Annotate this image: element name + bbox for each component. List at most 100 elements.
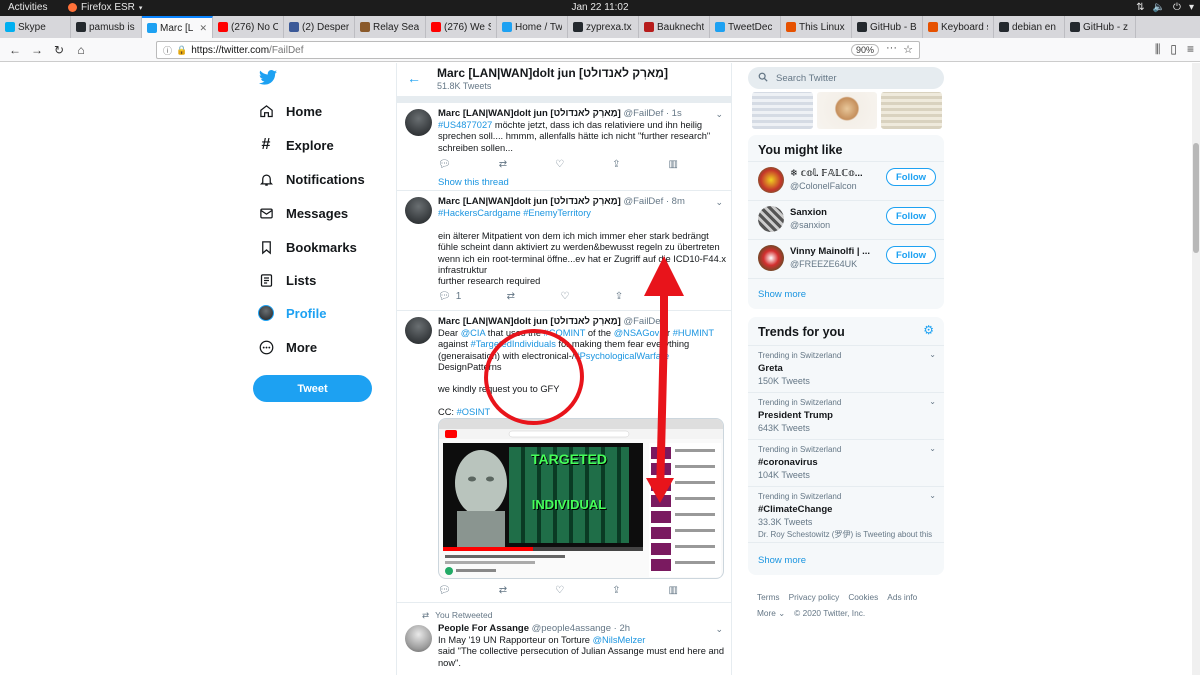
author-name[interactable]: Marc [LAN|WAN]dolt jun [מַארְק לאנדולט] (438, 196, 621, 207)
close-tab-icon[interactable]: ✕ (199, 23, 207, 34)
chevron-down-icon[interactable]: ⌄ (929, 491, 936, 500)
chevron-down-icon[interactable]: ⌄ (929, 444, 936, 453)
avatar[interactable] (405, 109, 432, 136)
author-handle[interactable]: @FailDef (623, 196, 663, 207)
settings-gear-icon[interactable]: ⚙ (923, 323, 934, 337)
browser-tab[interactable]: (276) No C (213, 16, 284, 38)
clock[interactable]: Jan 22 11:02 (0, 2, 1200, 13)
show-more-link[interactable]: Show more (758, 289, 806, 300)
avatar[interactable] (758, 245, 784, 271)
nav-messages[interactable]: Messages (258, 205, 348, 221)
browser-tab[interactable]: Marc [L ✕ (142, 16, 213, 38)
user-suggestion[interactable]: Sanxion @sanxion Follow (748, 200, 944, 238)
browser-tab[interactable]: Keyboard s (923, 16, 994, 38)
reload-icon[interactable]: ↻ (48, 43, 70, 57)
hashtag-link[interactable]: #TargetedIndividuals (471, 339, 556, 349)
url-bar[interactable]: ⓘ 🔒 https://twitter.com/FailDef ··· 90% … (156, 41, 920, 59)
photo-thumbnail[interactable] (752, 92, 813, 129)
bookmark-star-icon[interactable]: ☆ (903, 43, 913, 56)
back-icon[interactable]: ← (4, 43, 26, 57)
footer-ads-link[interactable]: Ads info (887, 592, 917, 602)
chevron-down-icon[interactable]: ⌄ (715, 197, 723, 208)
analytics-icon[interactable]: ▥ (669, 585, 678, 596)
follow-button[interactable]: Follow (886, 246, 936, 264)
user-name[interactable]: ❄ 𝕔𝕠𝕝. 𝔽𝔸𝕃ℂ𝕠... (790, 168, 880, 179)
profile-photos[interactable] (752, 92, 942, 129)
analytics-icon[interactable]: ▥ (669, 159, 678, 170)
footer-more-link[interactable]: More ⌄ (757, 608, 785, 618)
hashtag-links[interactable]: #HackersCardgame #EnemyTerritory (438, 208, 591, 218)
trend-item[interactable]: Trending in Switzerland ⌄ Greta 150K Twe… (748, 345, 944, 392)
show-thread-link[interactable]: Show this thread (438, 177, 509, 188)
footer-terms-link[interactable]: Terms (757, 592, 780, 602)
like-icon[interactable]: ♡ (555, 585, 564, 596)
retweet-icon[interactable]: ⇄ (507, 291, 515, 302)
browser-tab[interactable]: (2) Desper (284, 16, 355, 38)
page-actions-icon[interactable]: ··· (886, 42, 897, 54)
forward-icon[interactable]: → (26, 43, 48, 57)
mention-link[interactable]: @CIA (461, 328, 485, 338)
info-icon[interactable]: ⓘ (163, 44, 172, 57)
like-icon[interactable]: ♡ (560, 291, 569, 302)
photo-thumbnail[interactable] (816, 92, 878, 129)
browser-tab[interactable]: Relay Sea (355, 16, 426, 38)
tweet-button[interactable]: Tweet (253, 375, 372, 402)
retweet-icon[interactable]: ⇄ (499, 159, 507, 170)
system-tray[interactable]: ⇅ 🔈 ⏻ ▾ (1136, 2, 1194, 13)
trend-item[interactable]: Trending in Switzerland ⌄ #ClimateChange… (748, 486, 944, 542)
trend-item[interactable]: Trending in Switzerland ⌄ #coronavirus 1… (748, 439, 944, 486)
chevron-down-icon[interactable]: ⌄ (715, 109, 723, 120)
chevron-down-icon[interactable]: ⌄ (929, 350, 936, 359)
author-handle[interactable]: @people4assange (532, 623, 611, 634)
tweet-hashtags[interactable]: #HackersCardgame #EnemyTerritory (438, 208, 726, 219)
tweet[interactable]: ⇄ You Retweeted People For Assange @peop… (397, 603, 731, 675)
like-icon[interactable]: ♡ (555, 159, 564, 170)
tweet[interactable]: Marc [LAN|WAN]dolt jun [מַארְק לאנדולט] … (397, 311, 731, 603)
browser-tab[interactable]: (276) We S (426, 16, 497, 38)
avatar[interactable] (405, 197, 432, 224)
zoom-level[interactable]: 90% (850, 44, 879, 56)
nav-lists[interactable]: Lists (258, 272, 316, 288)
tweet-time[interactable]: · 8m (666, 196, 685, 207)
avatar[interactable] (758, 167, 784, 193)
footer-privacy-link[interactable]: Privacy policy (789, 592, 840, 602)
hashtag-link[interactable]: #COMINT (544, 328, 586, 338)
browser-tab[interactable]: Home / Tw (497, 16, 568, 38)
mention-link[interactable]: @NilsMelzer (593, 635, 646, 645)
browser-tab[interactable]: debian en (994, 16, 1065, 38)
author-name[interactable]: Marc [LAN|WAN]dolt jun [מַארְק לאנדולט] (438, 316, 621, 327)
reply-icon[interactable]: 💬︎ (438, 159, 451, 170)
twitter-logo-icon[interactable] (259, 70, 277, 90)
hashtag-link[interactable]: #PsychologicalWarfare (574, 351, 669, 361)
tweet-time[interactable]: · 1s (666, 108, 682, 119)
share-icon[interactable]: ⇪ (615, 291, 623, 302)
home-icon[interactable]: ⌂ (70, 43, 92, 57)
avatar[interactable] (405, 625, 432, 652)
tweet-media[interactable]: TARGETED INDIVIDUAL (438, 418, 724, 579)
browser-tab[interactable]: TweetDec (710, 16, 781, 38)
author-handle[interactable]: @FailDef (623, 316, 663, 327)
user-suggestion[interactable]: Vinny Mainolfi | ... @FREEZE64UK Follow (748, 239, 944, 277)
lock-icon[interactable]: 🔒 (176, 45, 187, 56)
share-icon[interactable]: ⇪ (612, 585, 620, 596)
nav-explore[interactable]: # Explore (258, 136, 334, 153)
author-handle[interactable]: @FailDef (623, 108, 663, 119)
nav-notifications[interactable]: Notifications (258, 171, 365, 187)
reply-icon[interactable]: 💬︎ (438, 585, 451, 596)
tweet-time[interactable]: · 2h (614, 623, 630, 634)
avatar[interactable] (405, 317, 432, 344)
back-arrow-icon[interactable]: ← (407, 70, 421, 86)
author-name[interactable]: People For Assange (438, 623, 529, 634)
browser-tab[interactable]: zyprexa.tx (568, 16, 639, 38)
browser-tab[interactable]: GitHub - z (1065, 16, 1136, 38)
hashtag-link[interactable]: #OSINT (457, 407, 491, 417)
tweet[interactable]: Marc [LAN|WAN]dolt jun [מַארְק לאנדולט] … (397, 191, 731, 311)
page-scrollbar[interactable] (1192, 63, 1200, 675)
tweet[interactable]: Marc [LAN|WAN]dolt jun [מַארְק לאנדולט] … (397, 103, 731, 191)
user-suggestion[interactable]: ❄ 𝕔𝕠𝕝. 𝔽𝔸𝕃ℂ𝕠... @ColonelFalcon Follow (748, 161, 944, 199)
nav-more[interactable]: More (258, 339, 317, 355)
browser-tab[interactable]: Skype (0, 16, 71, 38)
scrollbar-thumb[interactable] (1193, 143, 1199, 253)
nav-bookmarks[interactable]: Bookmarks (258, 239, 357, 255)
avatar[interactable] (758, 206, 784, 232)
